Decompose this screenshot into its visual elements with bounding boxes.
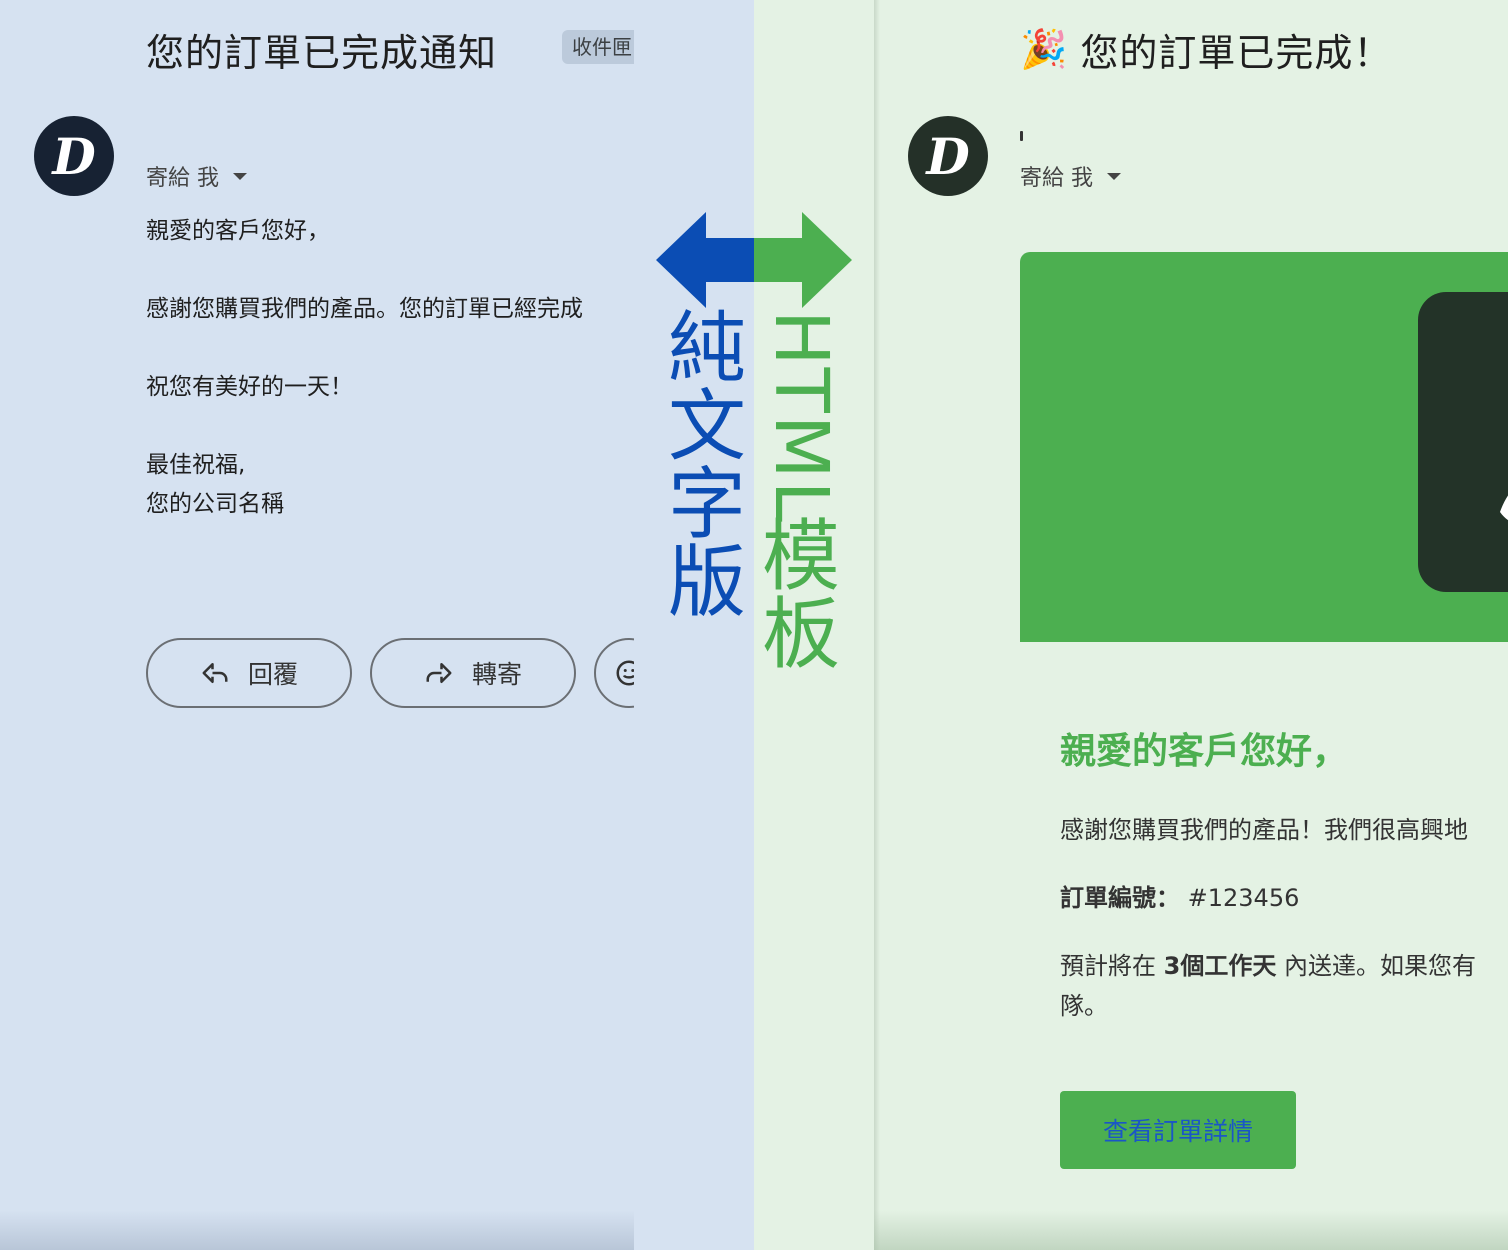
plain-label-char-3: 字	[667, 460, 746, 550]
forward-label: 轉寄	[471, 660, 522, 689]
brand-logo-card	[1418, 292, 1508, 592]
plain-label-char-2: 文	[667, 382, 746, 472]
forward-icon	[426, 663, 452, 683]
avatar-letter: D	[926, 126, 970, 186]
recipient-line[interactable]: 寄給 我	[1020, 160, 1121, 192]
plain-text-email-pane: 您的訂單已完成通知 收件匣 D 寄給 我 親愛的客戶您好， 感謝您購買我們的產品…	[0, 0, 634, 1250]
chevron-down-icon[interactable]	[1107, 172, 1121, 180]
emoji-reaction-button[interactable]	[594, 638, 634, 708]
plain-text-version-label: 純 文 字 版	[664, 310, 750, 622]
order-number-label: 訂單編號：	[1060, 884, 1180, 912]
delivery-paragraph-tail: 隊。	[1060, 992, 1108, 1020]
body-company: 您的公司名稱	[146, 491, 284, 517]
recipient-label: 寄給 我	[146, 166, 219, 191]
email-subject: 您的訂單已完成通知	[146, 31, 498, 75]
sender-avatar[interactable]: D	[34, 116, 114, 196]
body-thanks: 感謝您購買我們的產品。您的訂單已經完成	[146, 296, 583, 322]
delivery-days: 3個工作天	[1163, 952, 1277, 980]
recipient-line[interactable]: 寄給 我	[146, 160, 247, 192]
forward-button[interactable]: 轉寄	[370, 638, 576, 708]
comparison-arrow-icon	[656, 212, 852, 308]
thanks-paragraph: 感謝您購買我們的產品！我們很高興地	[1060, 816, 1468, 844]
delivery-prefix: 預計將在	[1060, 952, 1156, 980]
email-actions: 回覆 轉寄	[146, 638, 634, 708]
email-body: 親愛的客戶您好， 感謝您購買我們的產品。您的訂單已經完成 祝您有美好的一天！ 最…	[146, 212, 583, 524]
plain-label-char-4: 版	[667, 538, 746, 628]
delivery-suffix: 內送達。如果您有	[1283, 952, 1476, 980]
brand-logo-icon	[1500, 495, 1508, 520]
html-template-label: HTML 模 板	[758, 310, 844, 674]
chevron-down-icon[interactable]	[233, 172, 247, 180]
subject-text: 您的訂單已完成！	[1080, 31, 1393, 75]
html-email-pane: 🎉 您的訂單已完成！ D 寄給 我 親愛的客戶您好， 感謝您購買我們的產品！我們…	[874, 0, 1508, 1250]
delivery-paragraph: 預計將在 3個工作天 內送達。如果您有	[1060, 946, 1476, 981]
reply-label: 回覆	[247, 660, 298, 689]
order-number-value: #123456	[1187, 884, 1300, 912]
sender-avatar[interactable]: D	[908, 116, 988, 196]
html-label-latin: HTML	[758, 310, 844, 524]
party-popper-icon: 🎉	[1020, 27, 1069, 71]
html-label-char-2: 板	[761, 590, 840, 680]
recipient-label: 寄給 我	[1020, 166, 1093, 191]
avatar-letter: D	[52, 126, 96, 186]
greeting-heading: 親愛的客戶您好，	[1060, 731, 1349, 772]
reply-icon	[202, 663, 228, 683]
order-number-line: 訂單編號： #123456	[1060, 878, 1299, 913]
html-label-char-1: 模	[761, 512, 840, 602]
email-subject: 🎉 您的訂單已完成！	[1020, 22, 1392, 77]
body-sign-off: 最佳祝福,	[146, 452, 246, 478]
body-greeting: 親愛的客戶您好，	[146, 218, 330, 244]
hero-banner	[1020, 252, 1508, 642]
reply-button[interactable]: 回覆	[146, 638, 352, 708]
sender-name-truncated	[1020, 131, 1023, 141]
plain-label-char-1: 純	[667, 304, 746, 394]
inbox-label-chip[interactable]: 收件匣	[562, 30, 634, 64]
view-order-details-button[interactable]: 查看訂單詳情	[1060, 1091, 1296, 1169]
emoji-icon	[616, 660, 634, 686]
body-wish: 祝您有美好的一天！	[146, 374, 353, 400]
